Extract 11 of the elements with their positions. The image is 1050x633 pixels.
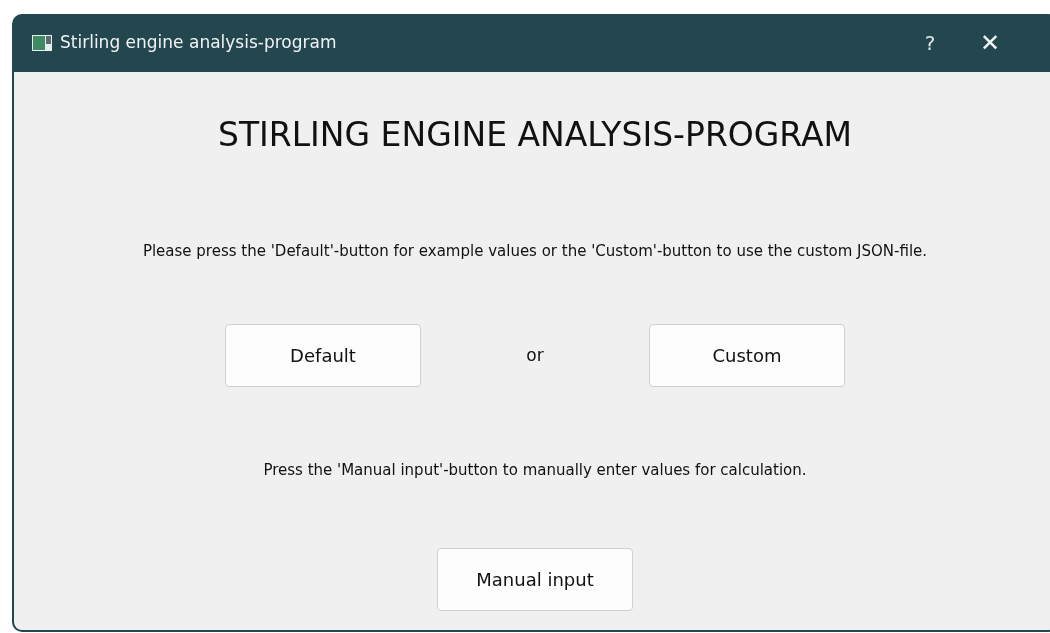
or-label: or: [525, 343, 545, 367]
default-button[interactable]: Default: [225, 324, 421, 387]
heading: STIRLING ENGINE ANALYSIS-PROGRAM: [217, 114, 852, 156]
instruction-text: Please press the 'Default'-button for example values or the 'Custom'-button to use the custom JSON-file.: [142, 240, 928, 262]
window-title: Stirling engine analysis-program: [60, 31, 337, 55]
close-button[interactable]: ✕: [960, 23, 1020, 63]
custom-button[interactable]: Custom: [649, 324, 845, 387]
manual-instruction-text: Press the 'Manual input'-button to manually enter values for calculation.: [263, 460, 807, 481]
help-button[interactable]: ?: [900, 23, 960, 63]
window-icon: [32, 35, 52, 51]
manual-input-button[interactable]: Manual input: [437, 547, 633, 611]
